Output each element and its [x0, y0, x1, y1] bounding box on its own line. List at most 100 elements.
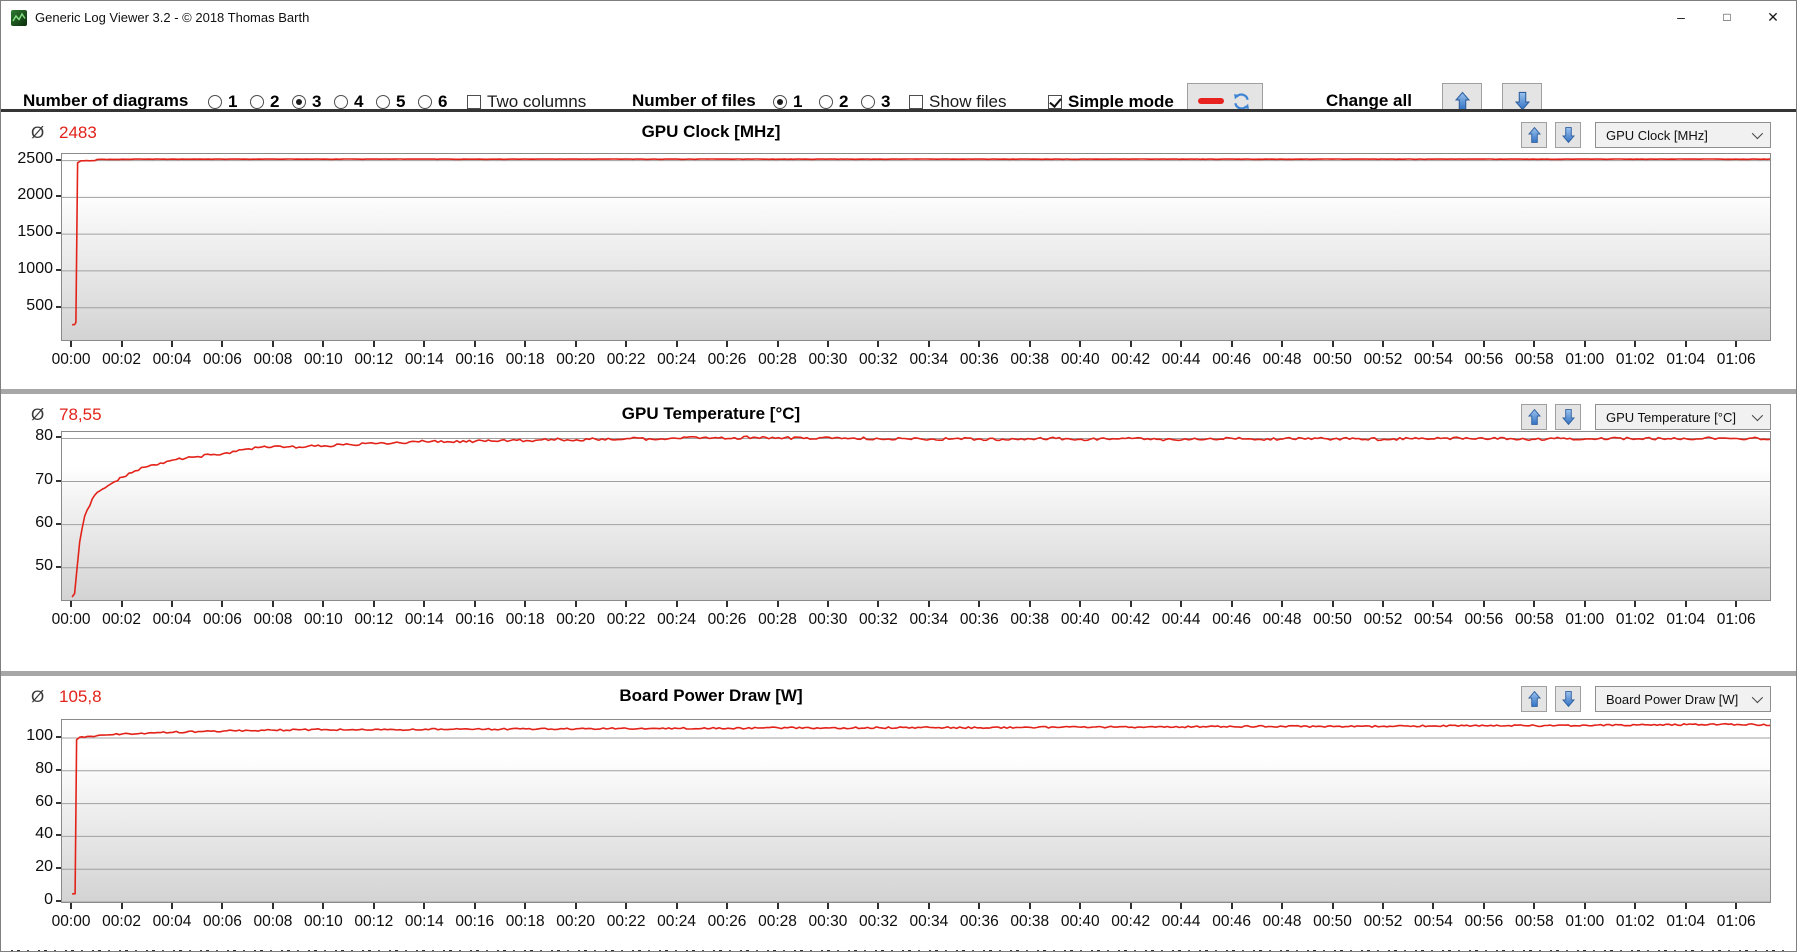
- x-tick-mark: [1735, 601, 1738, 607]
- radio-icon[interactable]: [819, 95, 833, 109]
- up-arrow-icon: [1455, 91, 1470, 111]
- x-tick-label: 00:50: [1313, 913, 1352, 930]
- x-tick-label: 00:52: [1363, 913, 1403, 930]
- x-tick-label: 00:18: [505, 913, 545, 930]
- x-tick-mark: [524, 601, 527, 607]
- move-up-button[interactable]: [1521, 404, 1547, 430]
- x-tick-mark: [574, 601, 577, 607]
- x-tick-mark: [978, 341, 981, 347]
- y-tick-label: 2500: [17, 149, 53, 167]
- maximize-button[interactable]: □: [1704, 1, 1750, 34]
- y-tick-label: 80: [35, 427, 53, 445]
- radio-selected-icon[interactable]: [292, 95, 306, 109]
- y-tick-mark: [56, 479, 61, 482]
- x-tick-label: 00:30: [808, 913, 848, 930]
- y-tick-label: 70: [35, 470, 53, 488]
- x-tick-label: 00:24: [657, 351, 696, 368]
- x-tick-label: 01:06: [1716, 611, 1756, 628]
- plot-area: [61, 153, 1771, 341]
- checkbox-checked-icon[interactable]: [1048, 95, 1062, 109]
- radio-icon[interactable]: [861, 95, 875, 109]
- title-bar[interactable]: Generic Log Viewer 3.2 - © 2018 Thomas B…: [1, 1, 1796, 35]
- radio-selected-icon[interactable]: [773, 95, 787, 109]
- x-tick-mark: [1281, 903, 1284, 909]
- x-tick-mark: [1482, 341, 1485, 347]
- x-tick-label: 00:38: [1010, 913, 1050, 930]
- x-tick-mark: [877, 903, 880, 909]
- move-down-button[interactable]: [1555, 404, 1581, 430]
- move-up-button[interactable]: [1521, 122, 1547, 148]
- x-tick-mark: [1381, 341, 1384, 347]
- chart-title: Board Power Draw [W]: [619, 686, 803, 705]
- x-tick-label: 00:44: [1161, 351, 1201, 368]
- x-tick-label: 00:14: [404, 351, 444, 368]
- radio-icon[interactable]: [418, 95, 432, 109]
- measurement-select[interactable]: GPU Clock [MHz]: [1595, 122, 1771, 148]
- average-symbol: Ø: [31, 405, 45, 424]
- clipped-bottom-text: [1, 946, 1796, 951]
- x-tick-label: 00:56: [1464, 351, 1504, 368]
- chart-panel-board-power: Ø 105,8 Board Power Draw [W] Board Power…: [1, 676, 1796, 946]
- x-tick-label: 01:04: [1666, 913, 1706, 930]
- down-arrow-icon: [1562, 408, 1575, 426]
- x-tick-label: 00:58: [1514, 913, 1554, 930]
- minimize-button[interactable]: –: [1658, 1, 1704, 34]
- x-tick-label: 00:32: [859, 913, 898, 930]
- x-tick-label: 00:24: [657, 913, 696, 930]
- measurement-select[interactable]: GPU Temperature [°C]: [1595, 404, 1771, 430]
- close-button[interactable]: ✕: [1750, 1, 1796, 34]
- move-up-button[interactable]: [1521, 686, 1547, 712]
- x-tick-mark: [776, 601, 779, 607]
- move-down-button[interactable]: [1555, 686, 1581, 712]
- x-tick-label: 00:10: [303, 913, 343, 930]
- x-tick-mark: [1129, 601, 1132, 607]
- x-tick-mark: [978, 903, 981, 909]
- radio-icon[interactable]: [334, 95, 348, 109]
- up-arrow-icon: [1528, 408, 1541, 426]
- chart-panel-gpu-clock: Ø 2483 GPU Clock [MHz] GPU Clock [MHz] 0…: [1, 112, 1796, 389]
- x-tick-mark: [271, 903, 274, 909]
- x-tick-label: 00:32: [859, 611, 898, 628]
- y-tick-label: 60: [35, 792, 53, 810]
- chevron-down-icon: [1751, 691, 1764, 704]
- x-tick-mark: [171, 601, 173, 607]
- x-tick-mark: [1482, 601, 1485, 607]
- x-tick-mark: [877, 601, 880, 607]
- y-tick-label: 1500: [17, 223, 53, 241]
- x-tick-mark: [927, 341, 930, 347]
- average-symbol: Ø: [31, 123, 45, 142]
- x-tick-mark: [1432, 903, 1435, 909]
- x-tick-label: 00:06: [203, 913, 242, 930]
- y-tick-label: 100: [26, 727, 53, 745]
- x-tick-mark: [1432, 341, 1435, 347]
- x-tick-mark: [1079, 601, 1082, 607]
- x-tick-mark: [221, 601, 224, 607]
- move-down-button[interactable]: [1555, 122, 1581, 148]
- x-tick-label: 01:00: [1565, 913, 1605, 930]
- radio-icon[interactable]: [376, 95, 390, 109]
- measurement-select[interactable]: Board Power Draw [W]: [1595, 686, 1771, 712]
- y-tick-mark: [56, 305, 61, 308]
- window-title: Generic Log Viewer 3.2 - © 2018 Thomas B…: [35, 10, 310, 25]
- x-tick-label: 00:22: [606, 913, 646, 930]
- x-tick-label: 00:48: [1262, 351, 1302, 368]
- number-of-diagrams-label: Number of diagrams: [23, 91, 189, 110]
- x-tick-mark: [1533, 903, 1536, 909]
- x-tick-mark: [625, 601, 628, 607]
- y-tick-mark: [56, 565, 61, 568]
- x-tick-label: 00:46: [1212, 611, 1252, 628]
- x-tick-label: 00:52: [1363, 611, 1403, 628]
- checkbox-icon[interactable]: [467, 95, 481, 109]
- x-tick-mark: [1079, 341, 1082, 347]
- x-tick-label: 01:04: [1666, 611, 1706, 628]
- x-tick-label: 00:28: [758, 351, 797, 368]
- x-tick-mark: [1482, 903, 1485, 909]
- radio-icon[interactable]: [250, 95, 264, 109]
- x-tick-label: 00:18: [505, 351, 545, 368]
- checkbox-icon[interactable]: [909, 95, 923, 109]
- x-tick-mark: [171, 341, 173, 347]
- x-tick-mark: [271, 341, 274, 347]
- x-tick-mark: [1028, 341, 1031, 347]
- x-tick-label: 00:44: [1161, 611, 1201, 628]
- radio-icon[interactable]: [208, 95, 222, 109]
